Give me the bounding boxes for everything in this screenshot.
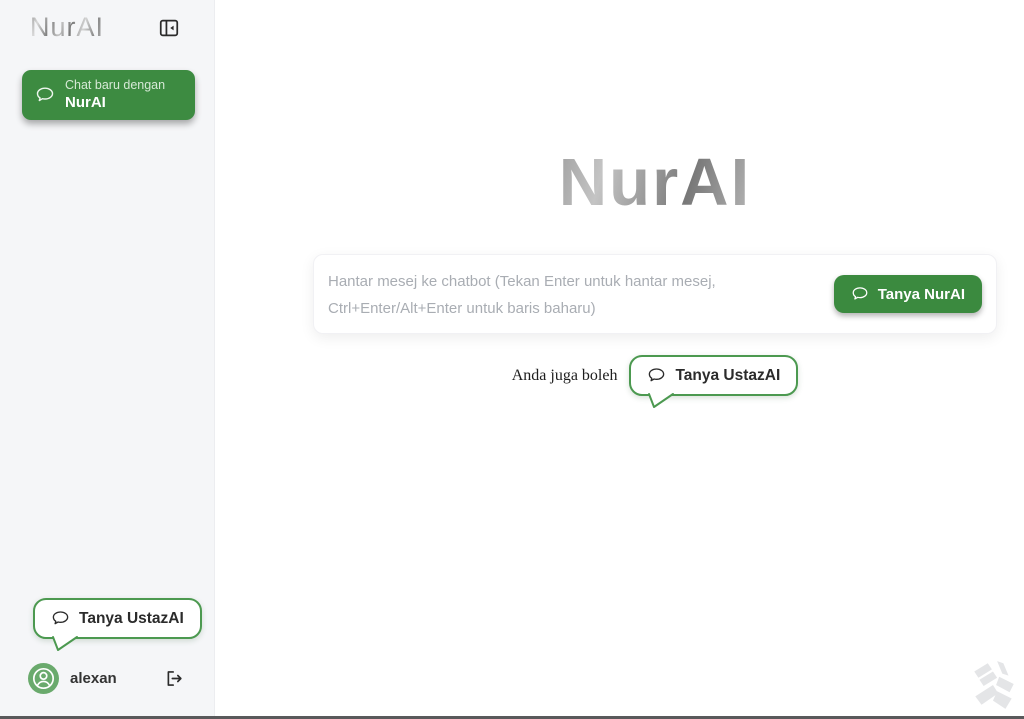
tanya-ustazai-label: Tanya UstazAI [79, 610, 184, 628]
tanya-nurai-button[interactable]: Tanya NurAI [834, 275, 982, 313]
speech-bubble-icon [851, 285, 869, 303]
speech-bubble-icon [35, 85, 55, 105]
logout-button[interactable] [164, 668, 186, 690]
tanya-nurai-label: Tanya NurAI [878, 286, 965, 303]
new-chat-label-line1: Chat baru dengan [65, 78, 165, 94]
main-area: NurAI Tanya NurAI Anda juga boleh [216, 0, 1024, 716]
user-avatar [28, 663, 59, 694]
bubble-tail [646, 393, 676, 409]
sidebar-logo: NurAI [30, 12, 104, 43]
also-text: Anda juga boleh [512, 367, 618, 385]
sidebar-header: NurAI [0, 0, 214, 43]
new-chat-label: Chat baru dengan NurAI [65, 78, 165, 112]
speech-bubble-icon [647, 366, 666, 385]
new-chat-label-line2: NurAI [65, 94, 165, 113]
message-input[interactable] [328, 268, 820, 320]
speech-bubble-icon [51, 609, 70, 628]
main-content: NurAI Tanya NurAI Anda juga boleh [313, 148, 997, 396]
collapse-sidebar-button[interactable] [158, 16, 182, 40]
new-chat-button[interactable]: Chat baru dengan NurAI [22, 70, 195, 120]
alternative-row: Anda juga boleh Tanya UstazAI [313, 355, 997, 396]
bubble-tail [50, 636, 80, 652]
sidebar: NurAI Chat baru dengan NurAI [0, 0, 215, 716]
collapse-sidebar-icon [158, 17, 182, 39]
logout-arrow-icon [164, 668, 186, 689]
tanya-ustazai-label: Tanya UstazAI [675, 367, 780, 385]
sidebar-spacer [0, 120, 214, 598]
page-title: NurAI [313, 148, 997, 218]
user-row: alexan [0, 663, 214, 716]
user-name: alexan [70, 670, 117, 687]
tanya-ustazai-button-main[interactable]: Tanya UstazAI [629, 355, 798, 396]
tanya-ustazai-button-sidebar[interactable]: Tanya UstazAI [33, 598, 202, 639]
message-composer: Tanya NurAI [313, 254, 997, 334]
user-circle-icon [30, 665, 57, 692]
app-window: NurAI Chat baru dengan NurAI [0, 0, 1024, 719]
pinwheel-logo [971, 658, 1017, 712]
